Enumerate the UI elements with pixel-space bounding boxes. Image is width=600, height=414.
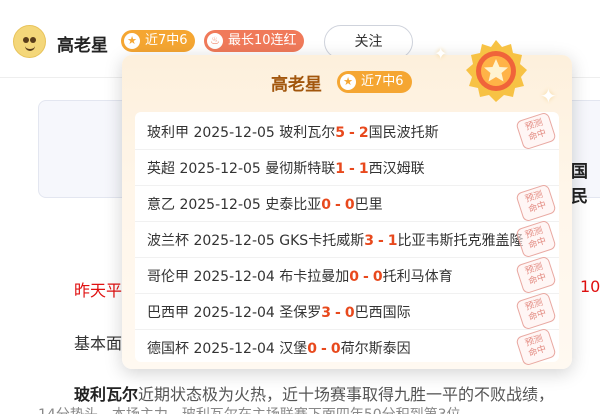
match-away-team: 荷尔斯泰因	[340, 341, 411, 357]
match-home-team: 曼彻斯特联	[265, 161, 336, 177]
star-icon: ★	[340, 74, 356, 90]
prediction-hit-stamp-icon: 预测 命中	[515, 255, 557, 295]
match-date: 2025-12-05	[179, 197, 261, 213]
streak-badge[interactable]: ★ 近7中6	[121, 30, 195, 52]
match-home-team: 布卡拉曼加	[279, 269, 350, 285]
match-away-score: 2	[358, 125, 369, 141]
match-home-team: 圣保罗	[279, 305, 322, 321]
user-name[interactable]: 高老星	[57, 31, 108, 56]
match-away-team: 托利马体育	[382, 269, 453, 285]
streak-badge-label: 近7中6	[145, 33, 188, 48]
match-date: 2025-12-05	[193, 125, 275, 141]
match-away-score: 0	[330, 341, 341, 357]
match-league: 哥伦甲	[147, 269, 189, 285]
match-date: 2025-12-05	[179, 161, 261, 177]
match-away-score: 0	[344, 197, 355, 213]
star-medal-icon	[466, 40, 527, 102]
follow-button[interactable]: 关注	[324, 25, 413, 59]
max-streak-badge: ♨ 最长10连红	[204, 30, 304, 52]
match-row-text: 波兰杯 2025-12-05 GKS卡托威斯3-1比亚韦斯托克雅盖隆	[147, 230, 524, 250]
match-row-text: 德国杯 2025-12-04 汉堡0-0荷尔斯泰因	[147, 338, 411, 358]
match-home-score: 1	[335, 161, 346, 177]
match-score-separator: -	[377, 233, 384, 249]
match-row[interactable]: 意乙 2025-12-05 史泰比亚0-0巴里 预测 命中	[135, 183, 559, 223]
match-history-list: 玻利甲 2025-12-05 玻利瓦尔5-2国民波托斯 预测 命中 英超 2025-1…	[135, 111, 559, 367]
match-score-separator: -	[335, 197, 341, 213]
match-home-score: 0	[349, 269, 360, 285]
match-league: 巴西甲	[147, 305, 189, 321]
match-away-score: 0	[372, 269, 383, 285]
match-date: 2025-12-04	[193, 305, 275, 321]
match-home-score: 3	[364, 233, 374, 249]
match-league: 波兰杯	[147, 233, 189, 249]
match-row[interactable]: 德国杯 2025-12-04 汉堡0-0荷尔斯泰因 预测 命中	[135, 327, 559, 367]
match-home-score: 3	[321, 305, 332, 321]
match-card-team-fragment: 国民	[571, 162, 588, 207]
article-paragraph: 玻利瓦尔近期状态极为火热，近十场赛事取得九胜一平的不败战绩，	[74, 381, 554, 405]
match-away-team: 巴西国际	[354, 305, 411, 321]
match-row-text: 玻利甲 2025-12-05 玻利瓦尔5-2国民波托斯	[147, 122, 439, 142]
avatar-mouth	[25, 46, 35, 51]
match-row[interactable]: 波兰杯 2025-12-05 GKS卡托威斯3-1比亚韦斯托克雅盖隆 预测 命中	[135, 219, 559, 259]
match-league: 英超	[147, 161, 175, 177]
popup-streak-badge: ★ 近7中6	[337, 71, 412, 93]
match-date: 2025-12-04	[193, 269, 275, 285]
match-league: 意乙	[147, 197, 175, 213]
star-icon: ★	[124, 33, 140, 49]
match-away-team: 西汉姆联	[368, 161, 425, 177]
match-score-separator: -	[321, 341, 327, 357]
match-row-text: 哥伦甲 2025-12-04 布卡拉曼加0-0托利马体育	[147, 266, 453, 286]
avatar[interactable]	[13, 25, 46, 58]
sparkle-icon: ✦	[434, 44, 448, 63]
match-home-score: 5	[335, 125, 346, 141]
match-home-team: GKS卡托威斯	[279, 233, 365, 249]
match-row[interactable]: 玻利甲 2025-12-05 玻利瓦尔5-2国民波托斯 预测 命中	[135, 111, 559, 151]
match-score-separator: -	[349, 125, 355, 141]
article-highlight-right: 10	[580, 277, 600, 296]
article-section-heading: 基本面	[74, 334, 123, 353]
match-away-team: 巴里	[354, 197, 383, 213]
avatar-eye	[23, 37, 29, 43]
flame-icon: ♨	[207, 33, 223, 49]
match-score-separator: -	[335, 305, 341, 321]
match-league: 德国杯	[147, 341, 189, 357]
match-away-score: 1	[358, 161, 369, 177]
max-streak-badge-label: 最长10连红	[228, 33, 297, 48]
match-league: 玻利甲	[147, 125, 189, 141]
prediction-hit-stamp-icon: 预测 命中	[515, 291, 557, 331]
match-away-team: 比亚韦斯托克雅盖隆	[397, 233, 524, 249]
match-home-team: 汉堡	[279, 341, 308, 357]
match-home-team: 史泰比亚	[265, 197, 322, 213]
match-row-text: 意乙 2025-12-05 史泰比亚0-0巴里	[147, 194, 383, 214]
article-paragraph-continued: 14分垫头，本场主力…玻利瓦尔在主场联赛下面四年50分积到第3位，…	[38, 404, 489, 414]
match-row[interactable]: 英超 2025-12-05 曼彻斯特联1-1西汉姆联	[135, 148, 559, 186]
match-home-score: 0	[307, 341, 318, 357]
match-away-score: 1	[387, 233, 398, 249]
sparkle-icon: ✦	[540, 84, 557, 108]
prediction-hit-stamp-icon: 预测 命中	[515, 111, 557, 151]
match-row-text: 巴西甲 2025-12-04 圣保罗3-0巴西国际	[147, 302, 411, 322]
match-row[interactable]: 哥伦甲 2025-12-04 布卡拉曼加0-0托利马体育 预测 命中	[135, 255, 559, 295]
article-paragraph-lead: 玻利瓦尔	[74, 385, 139, 404]
match-score-separator: -	[349, 161, 355, 177]
match-row[interactable]: 巴西甲 2025-12-04 圣保罗3-0巴西国际 预测 命中	[135, 291, 559, 331]
match-home-team: 玻利瓦尔	[279, 125, 336, 141]
match-date: 2025-12-04	[193, 341, 275, 357]
match-date: 2025-12-05	[193, 233, 275, 249]
match-away-score: 0	[344, 305, 355, 321]
match-row-text: 英超 2025-12-05 曼彻斯特联1-1西汉姆联	[147, 158, 425, 178]
article-paragraph-text: 近期状态极为火热，近十场赛事取得九胜一平的不败战绩，	[138, 385, 555, 404]
match-score-separator: -	[363, 269, 369, 285]
match-away-team: 国民波托斯	[368, 125, 439, 141]
avatar-eye	[30, 37, 36, 43]
prediction-hit-stamp-icon: 预测 命中	[515, 183, 557, 223]
match-home-score: 0	[321, 197, 332, 213]
popup-streak-badge-label: 近7中6	[361, 74, 404, 89]
prediction-hit-stamp-icon: 预测 命中	[515, 327, 557, 367]
popup-title: 高老星	[271, 75, 322, 95]
prediction-hit-stamp-icon: 预测 命中	[515, 219, 557, 259]
article-highlight-left: 昨天平	[74, 281, 123, 300]
